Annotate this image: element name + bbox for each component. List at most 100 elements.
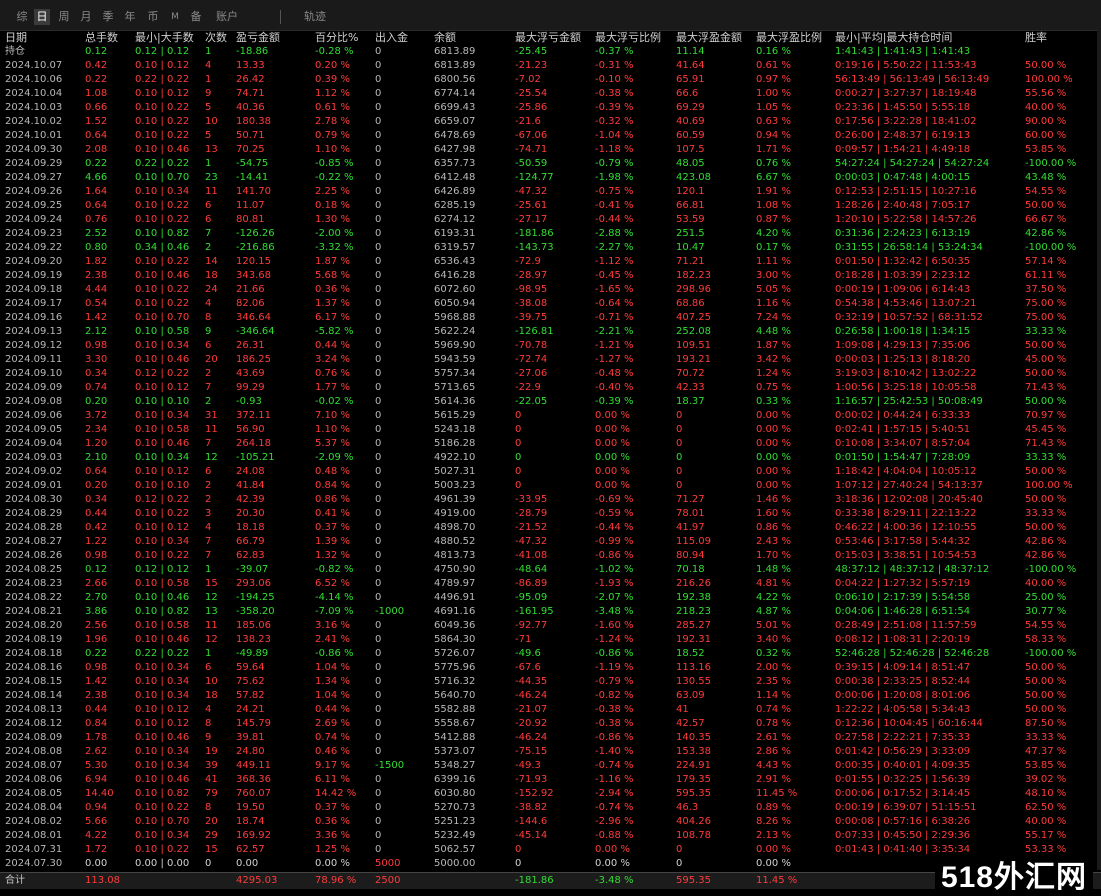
table-row[interactable]: 2024.09.22 0.80 0.34 | 0.46 2 -216.86 -3.32 %… — [0, 241, 1101, 255]
scrollbar[interactable] — [1097, 30, 1101, 870]
cell-trade-count: 3 — [205, 508, 212, 519]
cell-holding-time: 0:46:22 | 4:00:36 | 12:10:55 — [835, 522, 977, 533]
tab-m[interactable]: M — [168, 9, 182, 25]
table-row[interactable]: 2024.08.23 2.66 0.10 | 0.58 15 293.06 6.52 % 0… — [0, 577, 1101, 591]
table-row[interactable]: 2024.08.09 1.78 0.10 | 0.46 9 39.81 0.74 % 0 54… — [0, 731, 1101, 745]
table-row[interactable]: 2024.08.19 1.96 0.10 | 0.46 12 138.23 2.41 % 0… — [0, 633, 1101, 647]
table-row[interactable]: 2024.08.05 14.40 0.10 | 0.82 79 760.07 14.42 … — [0, 787, 1101, 801]
cell-percent: 1.10 % — [315, 424, 350, 435]
table-row[interactable]: 2024.09.02 0.64 0.10 | 0.12 6 24.08 0.48 % 0 50… — [0, 465, 1101, 479]
table-row[interactable]: 2024.09.03 2.10 0.10 | 0.34 12 -105.21 -2.09 … — [0, 451, 1101, 465]
table-row[interactable]: 2024.09.20 1.82 0.10 | 0.22 14 120.15 1.87 % 0… — [0, 255, 1101, 269]
header-percent[interactable]: 百分比% — [315, 31, 373, 45]
cell-max-float-profit: 108.78 — [676, 830, 711, 841]
table-row[interactable]: 2024.09.19 2.38 0.10 | 0.46 18 343.68 5.68 % 0… — [0, 269, 1101, 283]
tab-track[interactable]: 轨迹 — [300, 9, 330, 25]
table-row[interactable]: 2024.08.25 0.12 0.12 | 0.12 1 -39.07 -0.82 % 0… — [0, 563, 1101, 577]
table-row[interactable]: 2024.08.14 2.38 0.10 | 0.34 18 57.82 1.04 % 0 5… — [0, 689, 1101, 703]
table-row[interactable]: 2024.09.06 3.72 0.10 | 0.34 31 372.11 7.10 % 0… — [0, 409, 1101, 423]
table-row[interactable]: 2024.09.24 0.76 0.10 | 0.22 6 80.81 1.30 % 0 62… — [0, 213, 1101, 227]
tab-yearly[interactable]: 年 — [122, 9, 138, 25]
table-row[interactable]: 2024.09.01 0.20 0.10 | 0.10 2 41.84 0.84 % 0 50… — [0, 479, 1101, 493]
tab-quarterly[interactable]: 季 — [100, 9, 116, 25]
header-deposit-withdraw[interactable]: 出入金 — [375, 31, 433, 45]
table-row[interactable]: 2024.08.02 5.66 0.10 | 0.70 20 18.74 0.36 % 0 5… — [0, 815, 1101, 829]
tab-overview[interactable]: 综 — [14, 9, 30, 25]
table-row[interactable]: 2024.08.18 0.22 0.22 | 0.22 1 -49.89 -0.86 % 0… — [0, 647, 1101, 661]
cell-max-float-loss-pct: -0.10 % — [595, 74, 634, 85]
header-total-lots[interactable]: 总手数 — [85, 31, 133, 45]
table-row[interactable]: 2024.10.07 0.42 0.10 | 0.12 4 13.33 0.20 % 0 68… — [0, 59, 1101, 73]
table-row[interactable]: 2024.08.28 0.42 0.10 | 0.12 4 18.18 0.37 % 0 48… — [0, 521, 1101, 535]
cell-balance: 6285.19 — [434, 200, 476, 211]
cell-profit-amount: 19.50 — [236, 802, 265, 813]
table-row[interactable]: 2024.10.04 1.08 0.10 | 0.12 9 74.71 1.12 % 0 67… — [0, 87, 1101, 101]
cell-date: 2024.10.04 — [5, 88, 63, 99]
total-deposit-withdraw: 2500 — [375, 875, 401, 886]
table-row[interactable]: 2024.09.08 0.20 0.10 | 0.10 2 -0.93 -0.02 % 0 5… — [0, 395, 1101, 409]
table-row[interactable]: 2024.08.06 6.94 0.10 | 0.46 41 368.36 6.11 % 0… — [0, 773, 1101, 787]
table-row[interactable]: 2024.08.27 1.22 0.10 | 0.34 7 66.79 1.39 % 0 48… — [0, 535, 1101, 549]
header-holding-time[interactable]: 最小|平均|最大持仓时间 — [835, 31, 1025, 45]
table-row[interactable]: 2024.08.08 2.62 0.10 | 0.34 19 24.80 0.46 % 0 5… — [0, 745, 1101, 759]
header-win-rate[interactable]: 胜率 — [1025, 31, 1097, 45]
table-row[interactable]: 2024.08.30 0.34 0.12 | 0.22 2 42.39 0.86 % 0 49… — [0, 493, 1101, 507]
table-row[interactable]: 2024.09.27 4.66 0.10 | 0.70 23 -14.41 -0.22 %… — [0, 171, 1101, 185]
cell-percent: 0.37 % — [315, 522, 350, 533]
table-row[interactable]: 2024.09.23 2.52 0.10 | 0.82 7 -126.26 -2.00 %… — [0, 227, 1101, 241]
header-max-float-loss[interactable]: 最大浮亏金额 — [515, 31, 593, 45]
table-row[interactable]: 2024.09.16 1.42 0.10 | 0.70 8 346.64 6.17 % 0 5… — [0, 311, 1101, 325]
table-row[interactable]: 2024.09.13 2.12 0.10 | 0.58 9 -346.64 -5.82 %… — [0, 325, 1101, 339]
cell-holding-time: 0:15:03 | 3:38:51 | 10:54:53 — [835, 550, 977, 561]
table-row[interactable]: 2024.09.09 0.74 0.10 | 0.12 7 99.29 1.77 % 0 57… — [0, 381, 1101, 395]
table-row[interactable]: 2024.08.07 5.30 0.10 | 0.34 39 449.11 9.17 % -… — [0, 759, 1101, 773]
table-row[interactable]: 2024.10.06 0.22 0.22 | 0.22 1 26.42 0.39 % 0 68… — [0, 73, 1101, 87]
table-row[interactable]: 2024.08.16 0.98 0.10 | 0.34 6 59.64 1.04 % 0 57… — [0, 661, 1101, 675]
table-row[interactable]: 2024.09.05 2.34 0.10 | 0.58 11 56.90 1.10 % 0 5… — [0, 423, 1101, 437]
header-max-float-loss-pct[interactable]: 最大浮亏比例 — [595, 31, 675, 45]
table-row[interactable]: 2024.08.22 2.70 0.10 | 0.46 12 -194.25 -4.14 … — [0, 591, 1101, 605]
cell-percent: 0.79 % — [315, 130, 350, 141]
table-row[interactable]: 2024.10.01 0.64 0.10 | 0.22 5 50.71 0.79 % 0 64… — [0, 129, 1101, 143]
table-row[interactable]: 2024.10.02 1.52 0.10 | 0.22 10 180.38 2.78 % 0… — [0, 115, 1101, 129]
table-row[interactable]: 2024.09.26 1.64 0.10 | 0.34 11 141.70 2.25 % 0… — [0, 185, 1101, 199]
header-trade-count[interactable]: 次数 — [205, 31, 235, 45]
cell-total-lots: 0.12 — [85, 46, 108, 57]
table-row[interactable]: 2024.09.10 0.34 0.12 | 0.22 2 43.69 0.76 % 0 57… — [0, 367, 1101, 381]
tab-monthly[interactable]: 月 — [78, 9, 94, 25]
header-date[interactable]: 日期 — [5, 31, 83, 45]
table-row[interactable]: 2024.09.11 3.30 0.10 | 0.46 20 186.25 3.24 % 0… — [0, 353, 1101, 367]
table-row[interactable]: 持仓 0.12 0.12 | 0.12 1 -18.86 -0.28 % 0 6813.89 -… — [0, 45, 1101, 59]
header-min-max-lots[interactable]: 最小|大手数 — [135, 31, 203, 45]
table-row[interactable]: 2024.08.04 0.94 0.10 | 0.22 8 19.50 0.37 % 0 52… — [0, 801, 1101, 815]
tab-daily[interactable]: 日 — [34, 9, 50, 25]
cell-max-float-loss-pct: -0.69 % — [595, 494, 634, 505]
table-row[interactable]: 2024.08.15 1.42 0.10 | 0.34 10 75.62 1.34 % 0 5… — [0, 675, 1101, 689]
table-row[interactable]: 2024.09.18 4.44 0.10 | 0.22 24 21.66 0.36 % 0 6… — [0, 283, 1101, 297]
tab-currency[interactable]: 币 — [144, 9, 162, 25]
table-row[interactable]: 2024.09.04 1.20 0.10 | 0.46 7 264.18 5.37 % 0 5… — [0, 437, 1101, 451]
cell-win-rate — [1025, 45, 1097, 59]
table-row[interactable]: 2024.08.29 0.44 0.10 | 0.22 3 20.30 0.41 % 0 49… — [0, 507, 1101, 521]
table-row[interactable]: 2024.09.29 0.22 0.22 | 0.22 1 -54.75 -0.85 % 0… — [0, 157, 1101, 171]
header-balance[interactable]: 余额 — [434, 31, 514, 45]
table-row[interactable]: 2024.08.20 2.56 0.10 | 0.58 11 185.06 3.16 % 0… — [0, 619, 1101, 633]
tab-notes[interactable]: 备 — [188, 9, 204, 25]
table-row[interactable]: 2024.08.21 3.86 0.10 | 0.82 13 -358.20 -7.09 … — [0, 605, 1101, 619]
tab-weekly[interactable]: 周 — [56, 9, 72, 25]
header-max-float-profit-pct[interactable]: 最大浮盈比例 — [756, 31, 834, 45]
header-profit-amount[interactable]: 盈亏金额 — [236, 31, 314, 45]
cell-percent: 6.52 % — [315, 578, 350, 589]
header-max-float-profit[interactable]: 最大浮盈金额 — [676, 31, 754, 45]
table-row[interactable]: 2024.08.12 0.84 0.10 | 0.12 8 145.79 2.69 % 0 5… — [0, 717, 1101, 731]
table-row[interactable]: 2024.08.26 0.98 0.10 | 0.22 7 62.83 1.32 % 0 48… — [0, 549, 1101, 563]
table-row[interactable]: 2024.08.01 4.22 0.10 | 0.34 29 169.92 3.36 % 0… — [0, 829, 1101, 843]
table-row[interactable]: 2024.10.03 0.66 0.10 | 0.22 5 40.36 0.61 % 0 66… — [0, 101, 1101, 115]
cell-holding-time: 0:01:42 | 0:56:29 | 3:33:09 — [835, 746, 971, 757]
table-row[interactable]: 2024.09.30 2.08 0.10 | 0.46 13 70.25 1.10 % 0 6… — [0, 143, 1101, 157]
table-row[interactable]: 2024.09.25 0.64 0.10 | 0.22 6 11.07 0.18 % 0 62… — [0, 199, 1101, 213]
tab-account[interactable]: 账户 — [212, 9, 242, 25]
table-row[interactable]: 2024.09.17 0.54 0.10 | 0.22 4 82.06 1.37 % 0 60… — [0, 297, 1101, 311]
table-row[interactable]: 2024.09.12 0.98 0.10 | 0.34 6 26.31 0.44 % 0 59… — [0, 339, 1101, 353]
table-row[interactable]: 2024.08.13 0.44 0.10 | 0.12 4 24.21 0.44 % 0 55… — [0, 703, 1101, 717]
